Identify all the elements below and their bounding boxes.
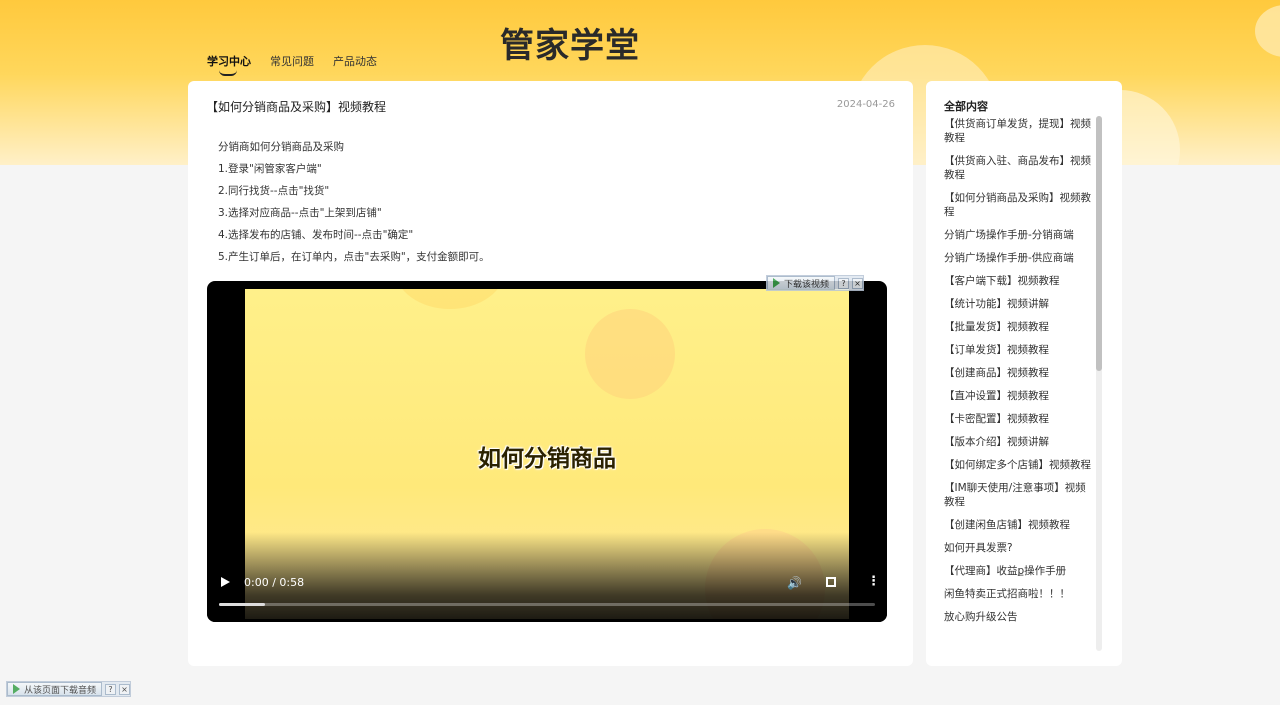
video-time: 0:00 / 0:58 <box>244 576 305 589</box>
sidebar-list: 【供货商订单发货，提现】视频教程 【供货商入驻、商品发布】视频教程 【如何分销商品及… <box>944 117 1096 633</box>
tab-faq[interactable]: 常见问题 <box>270 53 314 77</box>
sidebar-item[interactable]: 【批量发货】视频教程 <box>944 320 1096 334</box>
sidebar-item[interactable]: 【IM聊天使用/注意事项】视频教程 <box>944 481 1096 509</box>
article-date: 2024-04-26 <box>836 99 895 110</box>
article-body: 分销商如何分销商品及采购 1.登录"闲管家客户端" 2.同行找货--点击"找货"… <box>218 136 490 268</box>
step-text: 4.选择发布的店铺、发布时间--点击"确定" <box>218 229 414 241</box>
sidebar-item[interactable]: 【订单发货】视频教程 <box>944 343 1096 357</box>
sidebar-item[interactable]: 【卡密配置】视频教程 <box>944 412 1096 426</box>
decor-bubble <box>585 309 675 399</box>
video-progress-bar[interactable] <box>219 603 875 606</box>
video-controls: 0:00 / 0:58 🔊 ⋮ <box>207 574 887 594</box>
sidebar-item[interactable]: 【直冲设置】视频教程 <box>944 389 1096 403</box>
page-download-bar: 从该页面下载音频 ? × <box>6 681 132 697</box>
tab-learning-center[interactable]: 学习中心 <box>207 53 251 77</box>
sidebar-item[interactable]: 【代理商】收益ք操作手册 <box>944 564 1096 578</box>
close-icon[interactable]: × <box>852 277 864 289</box>
sidebar-item[interactable]: 【创建闲鱼店铺】视频教程 <box>944 518 1096 532</box>
video-progress-fill <box>219 603 265 606</box>
decor-bubble <box>395 289 505 309</box>
sidebar-item[interactable]: 【如何分销商品及采购】视频教程 <box>944 191 1096 219</box>
sidebar-title: 全部内容 <box>944 100 988 113</box>
step-text: 5.产生订单后，在订单内，点击"去采购"，支付金额即可。 <box>218 251 490 263</box>
step-text: 分销商如何分销商品及采购 <box>218 141 344 153</box>
sidebar-item[interactable]: 【客户端下载】视频教程 <box>944 274 1096 288</box>
decor-bubble <box>1255 5 1280 57</box>
play-icon[interactable] <box>221 577 230 587</box>
top-nav: 学习中心 常见问题 产品动态 <box>207 53 377 77</box>
video-download-bar: 下载该视频 ? × <box>766 275 865 291</box>
download-arrow-icon <box>13 684 20 694</box>
volume-icon[interactable]: 🔊 <box>787 576 802 590</box>
sidebar-item[interactable]: 分销广场操作手册-分销商端 <box>944 228 1096 242</box>
tab-product-news[interactable]: 产品动态 <box>333 53 377 77</box>
step-text: 2.同行找货--点击"找货" <box>218 185 330 197</box>
sidebar-item[interactable]: 【创建商品】视频教程 <box>944 366 1096 380</box>
fullscreen-icon[interactable] <box>826 577 836 587</box>
help-icon[interactable]: ? <box>838 277 850 289</box>
close-icon[interactable]: × <box>119 683 131 695</box>
video-player[interactable]: 如何分销商品 0:00 / 0:58 🔊 ⋮ <box>207 281 887 622</box>
sidebar-item[interactable]: 【统计功能】视频讲解 <box>944 297 1096 311</box>
sidebar-item[interactable]: 【如何绑定多个店铺】视频教程 <box>944 458 1096 472</box>
step-text: 1.登录"闲管家客户端" <box>218 163 322 175</box>
download-page-label: 从该页面下载音频 <box>24 685 97 696</box>
sidebar-item[interactable]: 【版本介绍】视频讲解 <box>944 435 1096 449</box>
step-text: 3.选择对应商品--点击"上架到店铺" <box>218 207 382 219</box>
sidebar-item[interactable]: 分销广场操作手册-供应商端 <box>944 251 1096 265</box>
sidebar-item[interactable]: 【供货商入驻、商品发布】视频教程 <box>944 154 1096 182</box>
download-video-label: 下载该视频 <box>784 279 830 290</box>
sidebar-item[interactable]: 如何开具发票? <box>944 541 1096 555</box>
article-title: 【如何分销商品及采购】视频教程 <box>206 100 387 114</box>
scrollbar-thumb[interactable] <box>1096 116 1102 371</box>
download-arrow-icon <box>773 278 780 288</box>
sidebar-item[interactable]: 闲鱼特卖正式招商啦！！！ <box>944 587 1096 601</box>
video-caption: 如何分销商品 <box>478 446 616 472</box>
sidebar-scrollbar[interactable] <box>1096 116 1102 651</box>
sidebar-item[interactable]: 放心购升级公告 <box>944 610 1096 624</box>
sidebar-item[interactable]: 【供货商订单发货，提现】视频教程 <box>944 117 1096 145</box>
sidebar-card: 全部内容 【供货商订单发货，提现】视频教程 【供货商入驻、商品发布】视频教程 【如何… <box>926 81 1122 666</box>
download-page-audio-button[interactable]: 从该页面下载音频 <box>7 682 103 696</box>
download-video-button[interactable]: 下载该视频 <box>767 276 836 290</box>
help-icon[interactable]: ? <box>105 683 117 695</box>
article-card: 【如何分销商品及采购】视频教程 2024-04-26 分销商如何分销商品及采购 … <box>188 81 913 666</box>
brand-logo-text: 管家学堂 <box>500 26 640 66</box>
more-vertical-icon[interactable]: ⋮ <box>867 574 880 589</box>
